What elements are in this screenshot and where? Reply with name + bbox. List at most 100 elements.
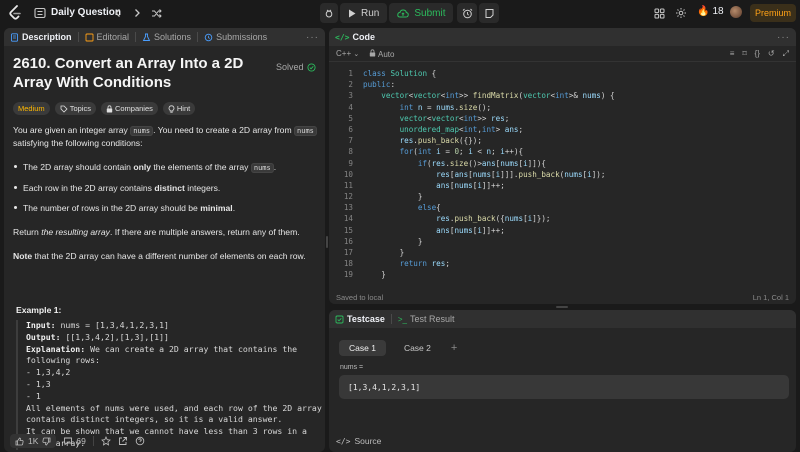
like-count: 1K (28, 436, 39, 446)
leetcode-logo-icon[interactable] (8, 5, 22, 21)
terminal-icon: >_ (397, 314, 407, 324)
tab-testcase[interactable]: Testcase (335, 314, 385, 324)
code-line: 9 if(res.size()>ans[nums[i]]){ (348, 158, 546, 168)
code-line: 18 return res; (343, 259, 450, 269)
braces-icon[interactable]: {} (755, 49, 760, 59)
debug-button[interactable] (320, 3, 338, 23)
notes-button[interactable] (479, 3, 500, 23)
source-button[interactable]: </> Source (336, 436, 381, 446)
tab-submissions[interactable]: Submissions (204, 32, 267, 42)
code-line: 8 for(int i = 0; i < n; i++){ (348, 147, 524, 157)
description-panel: Description Editorial Solutions Submissi… (4, 28, 325, 452)
check-circle-icon (306, 62, 316, 72)
code-editor[interactable]: 1 class Solution { 2 public: 3 vector<vect… (329, 68, 796, 281)
code-line: 16 } (343, 236, 423, 246)
tab-solutions[interactable]: Solutions (142, 32, 191, 42)
tab-divider (390, 314, 392, 324)
vertical-resize-handle[interactable] (326, 236, 328, 248)
problem-description: You are given an integer array nums. You… (13, 124, 318, 274)
submit-label: Submit (414, 7, 446, 19)
tab-divider (77, 32, 79, 42)
format-lines-icon[interactable]: ≡ (730, 49, 735, 59)
description-footer: 1K 69 (4, 430, 325, 452)
lock-icon (106, 104, 113, 112)
tab-divider (197, 32, 199, 42)
topics-chip[interactable]: Topics (54, 102, 96, 115)
help-circle-icon[interactable] (135, 436, 145, 446)
reset-icon[interactable]: ↺ (768, 49, 775, 59)
submit-button[interactable]: Submit (389, 3, 454, 23)
bookmark-icon[interactable]: ⌑ (742, 49, 746, 59)
list-item: The 2D array should contain only the ele… (13, 161, 318, 174)
bug-icon (325, 9, 333, 18)
nums-input[interactable]: [1,3,4,1,2,3,1] (339, 375, 789, 399)
code-line: 15 ans[nums[i]]++; (343, 225, 505, 235)
horizontal-resize-handle[interactable] (556, 306, 568, 308)
footer-divider (92, 436, 94, 446)
editor-actions: ≡ ⌑ {} ↺ ⤢ (730, 49, 789, 59)
tab-test-result[interactable]: >_ Test Result (398, 314, 455, 324)
prev-problem-icon[interactable] (110, 5, 126, 21)
tab-editorial[interactable]: Editorial (85, 32, 129, 42)
fire-icon: 🔥 (697, 6, 710, 17)
case-tab-1[interactable]: Case 1 (339, 340, 386, 356)
thumbs-up-icon[interactable] (15, 437, 24, 446)
intro-paragraph: You are given an integer array nums. You… (13, 124, 318, 149)
streak-counter[interactable]: 🔥 18 (697, 6, 724, 17)
top-bar: Daily Question Run Submit 🔥 18 Premium (0, 0, 800, 26)
companies-chip[interactable]: Companies (100, 102, 158, 115)
add-case-icon[interactable]: + (449, 342, 457, 354)
user-avatar[interactable] (730, 6, 742, 18)
editor-status-bar: Saved to local Ln 1, Col 1 (329, 290, 796, 304)
book-icon (85, 33, 93, 41)
star-icon[interactable] (100, 436, 111, 446)
language-select[interactable]: C++ ⌄ (336, 49, 359, 58)
problem-title: 2610. Convert an Array Into a 2D Array W… (13, 55, 244, 91)
thumbs-down-icon[interactable] (42, 437, 51, 446)
play-icon (349, 9, 356, 17)
editor-toolbar: C++ ⌄ Auto ≡ ⌑ {} ↺ ⤢ (329, 46, 796, 62)
problem-list-icon[interactable] (32, 5, 48, 21)
code-line: 10 res[ans[nums[i]]].push_back(nums[i]); (343, 169, 606, 179)
shuffle-icon[interactable] (148, 5, 164, 21)
comment-icon[interactable] (63, 436, 73, 446)
run-button[interactable]: Run (340, 3, 388, 23)
difficulty-badge: Medium (13, 102, 50, 115)
tag-icon (60, 105, 68, 113)
fullscreen-icon[interactable]: ⤢ (783, 49, 789, 59)
input-variable-label: nums = (340, 364, 364, 371)
code-line: 17 } (343, 248, 405, 257)
list-item: The number of rows in the 2D array shoul… (13, 202, 318, 214)
autocomplete-mode[interactable]: Auto (369, 48, 394, 59)
next-problem-icon[interactable] (129, 5, 145, 21)
code-line: 14 res.push_back({nums[i]}); (343, 214, 551, 224)
comment-count: 69 (76, 436, 86, 446)
hint-chip[interactable]: Hint (162, 102, 196, 115)
code-line: 19 } (343, 270, 386, 280)
left-tab-bar: Description Editorial Solutions Submissi… (4, 28, 325, 46)
premium-button[interactable]: Premium (750, 4, 796, 22)
code-more-options-icon[interactable]: ··· (777, 32, 790, 43)
lightbulb-icon (168, 104, 175, 113)
saved-status: Saved to local (336, 292, 384, 302)
more-options-icon[interactable]: ··· (306, 32, 319, 43)
code-line: 4 int n = nums.size(); (348, 102, 492, 112)
tab-code[interactable]: </> Code (335, 32, 375, 42)
share-icon[interactable] (118, 436, 128, 446)
timer-button[interactable] (457, 3, 478, 23)
code-line: 12 } (343, 192, 423, 202)
code-line: 6 unordered_map<int,int> ans; (348, 124, 524, 134)
code-line: 7 res.push_back({}); (348, 136, 482, 146)
case-tab-2[interactable]: Case 2 (394, 340, 441, 356)
settings-gear-icon[interactable] (673, 5, 689, 21)
tab-description[interactable]: Description (10, 32, 72, 42)
document-icon (11, 32, 18, 42)
code-line: 11 ans[nums[i]]++; (343, 180, 505, 190)
tab-divider (135, 32, 137, 42)
code-line: 1 class Solution { (348, 69, 437, 78)
code-line: 5 vector<vector<int>> res; (348, 113, 510, 123)
run-submit-group: Run Submit (320, 3, 500, 23)
lock-icon (370, 48, 376, 56)
cloud-upload-icon (397, 8, 410, 17)
layout-grid-icon[interactable] (651, 5, 667, 21)
